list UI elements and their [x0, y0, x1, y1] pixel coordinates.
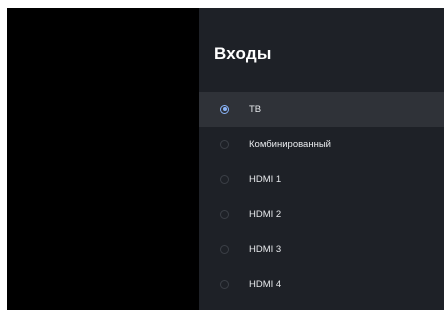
- input-option-hdmi-4[interactable]: HDMI 4: [199, 267, 444, 302]
- input-option-label: ТВ: [249, 104, 262, 115]
- input-option-hdmi-3[interactable]: HDMI 3: [199, 232, 444, 267]
- input-option-label: Комбинированный: [249, 139, 331, 150]
- radio-unselected-icon: [220, 244, 229, 254]
- input-option-label: HDMI 4: [249, 279, 282, 290]
- radio-unselected-icon: [220, 174, 229, 184]
- inputs-panel: Входы ТВ Комбинированный HDMI 1 HDMI 2 H…: [199, 8, 444, 310]
- radio-selected-icon: [220, 104, 229, 114]
- input-option-hdmi-2[interactable]: HDMI 2: [199, 197, 444, 232]
- panel-title: Входы: [214, 44, 272, 63]
- radio-unselected-icon: [220, 209, 229, 219]
- input-option-tv[interactable]: ТВ: [199, 92, 444, 127]
- tv-screen: Входы ТВ Комбинированный HDMI 1 HDMI 2 H…: [7, 8, 444, 310]
- input-option-composite[interactable]: Комбинированный: [199, 127, 444, 162]
- input-option-label: HDMI 3: [249, 244, 282, 255]
- input-option-hdmi-1[interactable]: HDMI 1: [199, 162, 444, 197]
- radio-unselected-icon: [220, 139, 229, 149]
- inputs-list: ТВ Комбинированный HDMI 1 HDMI 2 HDMI 3 …: [199, 92, 444, 302]
- input-option-label: HDMI 1: [249, 174, 282, 185]
- video-preview: [7, 8, 199, 310]
- radio-unselected-icon: [220, 279, 229, 289]
- input-option-label: HDMI 2: [249, 209, 282, 220]
